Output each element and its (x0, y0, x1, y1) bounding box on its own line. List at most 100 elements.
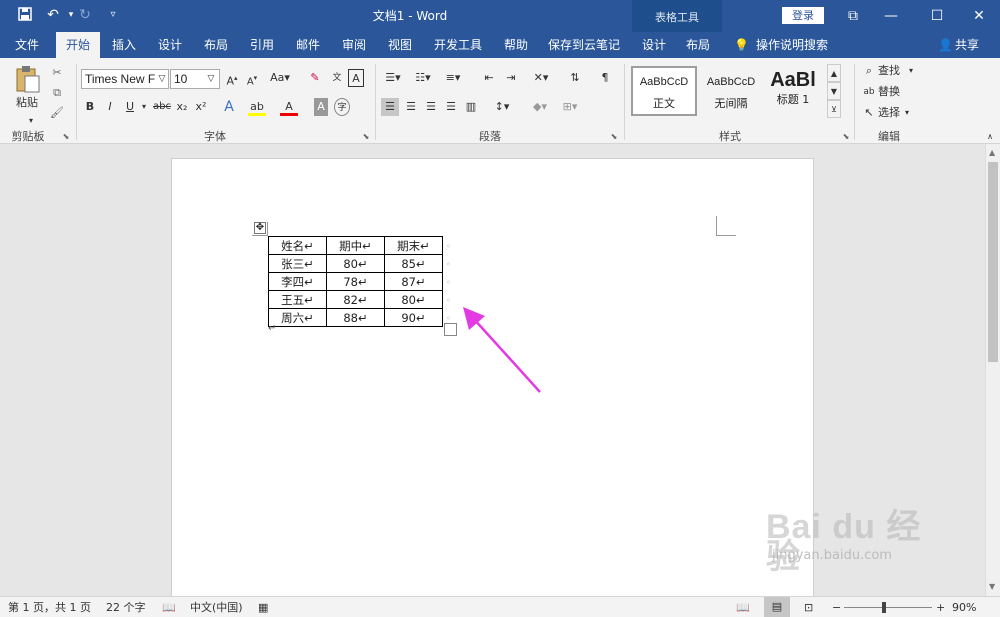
find-dropdown-icon[interactable]: ▾ (906, 62, 916, 80)
table-cell[interactable]: 期中↵ (326, 236, 385, 255)
cut-icon[interactable]: ✂ (48, 64, 66, 82)
paste-label[interactable]: 粘贴 (10, 94, 44, 112)
table-cell[interactable]: 88↵ (326, 308, 385, 327)
redo-icon[interactable]: ↻ (76, 6, 94, 24)
proofing-icon[interactable]: 📖 (162, 600, 176, 615)
read-mode-icon[interactable]: 📖 (736, 600, 750, 615)
scroll-up-icon[interactable]: ▲ (989, 148, 995, 157)
table-cell[interactable]: 王五↵ (268, 290, 327, 309)
table-cell[interactable]: 李四↵ (268, 272, 327, 291)
tab-developer[interactable]: 开发工具 (428, 32, 488, 58)
print-layout-icon[interactable]: ▤ (764, 597, 790, 617)
shading-icon[interactable]: ◆▾ (528, 98, 552, 116)
table-move-handle-icon[interactable]: ✥ (254, 222, 266, 234)
underline-dropdown-icon[interactable]: ▾ (140, 98, 148, 116)
replace-button[interactable]: 替换 (878, 83, 904, 101)
language[interactable]: 中文(中国) (190, 600, 243, 615)
scroll-down-icon[interactable]: ▼ (989, 582, 995, 591)
style-heading1[interactable]: AaBl 标题 1 (764, 66, 822, 116)
zoom-out-icon[interactable]: − (832, 600, 841, 615)
style-normal[interactable]: AaBbCcD 正文 (631, 66, 697, 116)
sort-icon[interactable]: ⇅ (566, 69, 584, 87)
tab-mailings[interactable]: 邮件 (288, 32, 328, 58)
zoom-slider-thumb[interactable] (882, 602, 886, 613)
tab-table-design[interactable]: 设计 (636, 32, 672, 58)
format-painter-icon[interactable]: 🖌 (48, 104, 66, 122)
macro-record-icon[interactable]: ▦ (258, 600, 268, 615)
page-count[interactable]: 第 1 页，共 1 页 (8, 600, 91, 615)
font-name-dropdown-icon[interactable]: ▽ (156, 70, 168, 88)
copy-icon[interactable]: ⧉ (48, 84, 66, 102)
tab-layout[interactable]: 布局 (196, 32, 236, 58)
enclose-icon[interactable]: 字 (334, 98, 350, 116)
grow-font-icon[interactable]: A▴ (224, 69, 240, 88)
justify-icon[interactable]: ☰ (442, 98, 460, 116)
tab-references[interactable]: 引用 (242, 32, 282, 58)
table-cell[interactable]: 张三↵ (268, 254, 327, 273)
vertical-scrollbar[interactable]: ▲ ▼ (985, 144, 1000, 596)
maximize-icon[interactable]: ☐ (914, 0, 960, 32)
zoom-slider-track[interactable] (844, 607, 932, 608)
align-center-icon[interactable]: ☰ (402, 98, 420, 116)
show-marks-icon[interactable]: ¶ (596, 69, 614, 87)
table-cell[interactable]: 周六↵ (268, 308, 327, 327)
tab-view[interactable]: 视图 (380, 32, 420, 58)
bold-button[interactable]: B (84, 98, 96, 116)
italic-button[interactable]: I (104, 98, 116, 116)
styles-scroll-up-icon[interactable]: ▲ (827, 64, 841, 82)
underline-button[interactable]: U (124, 98, 136, 116)
select-button[interactable]: 选择 (878, 104, 904, 122)
table-cell[interactable]: 85↵ (384, 254, 443, 273)
share-button[interactable]: 共享 (952, 32, 982, 58)
increase-indent-icon[interactable]: ⇥ (502, 69, 520, 87)
tell-me-search[interactable]: 操作说明搜索 (756, 32, 828, 58)
tab-design[interactable]: 设计 (150, 32, 190, 58)
select-dropdown-icon[interactable]: ▾ (902, 104, 912, 122)
grade-table[interactable]: 姓名↵ 期中↵ 期末↵ 张三↵ 80↵ 85↵ 李四↵ 78↵ 87↵ 王五↵ … (268, 236, 443, 327)
borders-icon[interactable]: ⊞▾ (558, 98, 582, 116)
minimize-icon[interactable]: — (868, 0, 914, 32)
scroll-thumb[interactable] (988, 162, 998, 362)
table-cell[interactable]: 期末↵ (384, 236, 443, 255)
enclose-char-icon[interactable]: A (348, 69, 364, 87)
customize-qat-icon[interactable]: ▿ (104, 6, 122, 24)
tab-file[interactable]: 文件 (6, 32, 48, 58)
web-layout-icon[interactable]: ⊡ (804, 600, 813, 615)
shrink-font-icon[interactable]: A▾ (244, 69, 260, 87)
tab-save-cloud[interactable]: 保存到云笔记 (544, 32, 624, 58)
font-color-icon[interactable]: A (280, 98, 298, 116)
change-case-icon[interactable]: Aa▾ (268, 69, 292, 87)
multilevel-list-icon[interactable]: ≡▾ (442, 69, 464, 87)
char-shading-icon[interactable]: A (314, 98, 328, 116)
highlight-icon[interactable]: ab (248, 98, 266, 116)
line-spacing-icon[interactable]: ↕▾ (490, 98, 514, 116)
table-cell[interactable]: 90↵ (384, 308, 443, 327)
undo-icon[interactable]: ↶ (44, 6, 62, 24)
text-effects-icon[interactable]: A (220, 98, 238, 116)
table-cell[interactable]: 80↵ (326, 254, 385, 273)
style-no-spacing[interactable]: AaBbCcD 无间隔 (698, 66, 764, 116)
close-icon[interactable]: ✕ (956, 0, 1000, 32)
table-cell[interactable]: 82↵ (326, 290, 385, 309)
align-left-icon[interactable]: ☰ (381, 98, 399, 116)
tab-insert[interactable]: 插入 (104, 32, 144, 58)
table-cell[interactable]: 姓名↵ (268, 236, 327, 255)
strikethrough-button[interactable]: abc (152, 98, 172, 116)
tab-table-layout[interactable]: 布局 (680, 32, 716, 58)
zoom-level[interactable]: 90% (952, 600, 976, 615)
distributed-icon[interactable]: ▥ (462, 98, 480, 116)
align-right-icon[interactable]: ☰ (422, 98, 440, 116)
decrease-indent-icon[interactable]: ⇤ (480, 69, 498, 87)
numbering-icon[interactable]: ☷▾ (412, 69, 434, 87)
tab-help[interactable]: 帮助 (496, 32, 536, 58)
zoom-in-icon[interactable]: + (936, 600, 945, 615)
word-count[interactable]: 22 个字 (106, 600, 146, 615)
tab-review[interactable]: 审阅 (334, 32, 374, 58)
table-cell[interactable]: 78↵ (326, 272, 385, 291)
find-button[interactable]: 查找 (878, 62, 904, 80)
styles-more-icon[interactable]: ⊻ (827, 100, 841, 118)
table-cell[interactable]: 87↵ (384, 272, 443, 291)
paste-icon[interactable] (12, 64, 42, 94)
clear-formatting-icon[interactable]: ✎ (306, 69, 324, 87)
font-size-dropdown-icon[interactable]: ▽ (205, 70, 217, 88)
